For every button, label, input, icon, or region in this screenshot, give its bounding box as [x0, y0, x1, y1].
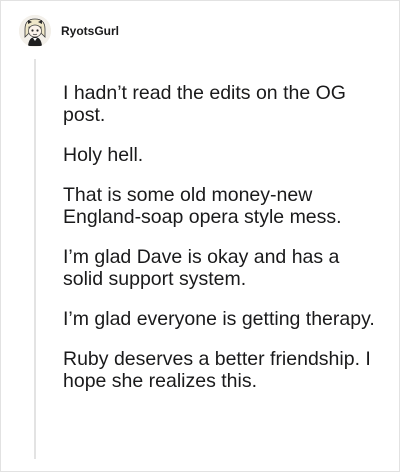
comment-card: RyotsGurl I hadn’t read the edits on the…: [0, 0, 400, 472]
comment-header: RyotsGurl: [19, 15, 119, 47]
comment-paragraph: I’m glad Dave is okay and has a solid su…: [63, 246, 340, 290]
comment-body: I hadn’t read the edits on the OG post. …: [63, 82, 381, 410]
thread-line[interactable]: [34, 59, 36, 459]
username[interactable]: RyotsGurl: [61, 24, 119, 38]
cartoon-avatar-icon[interactable]: [19, 15, 51, 47]
comment-paragraph: I’m glad everyone is getting therapy.: [63, 308, 375, 330]
comment-paragraph: Holy hell.: [63, 144, 144, 166]
comment-paragraph: That is some old money-new England-soap …: [63, 184, 342, 228]
comment-paragraph: Ruby deserves a better friendship. I hop…: [63, 348, 371, 392]
comment-paragraph: I hadn’t read the edits on the OG post.: [63, 82, 346, 126]
